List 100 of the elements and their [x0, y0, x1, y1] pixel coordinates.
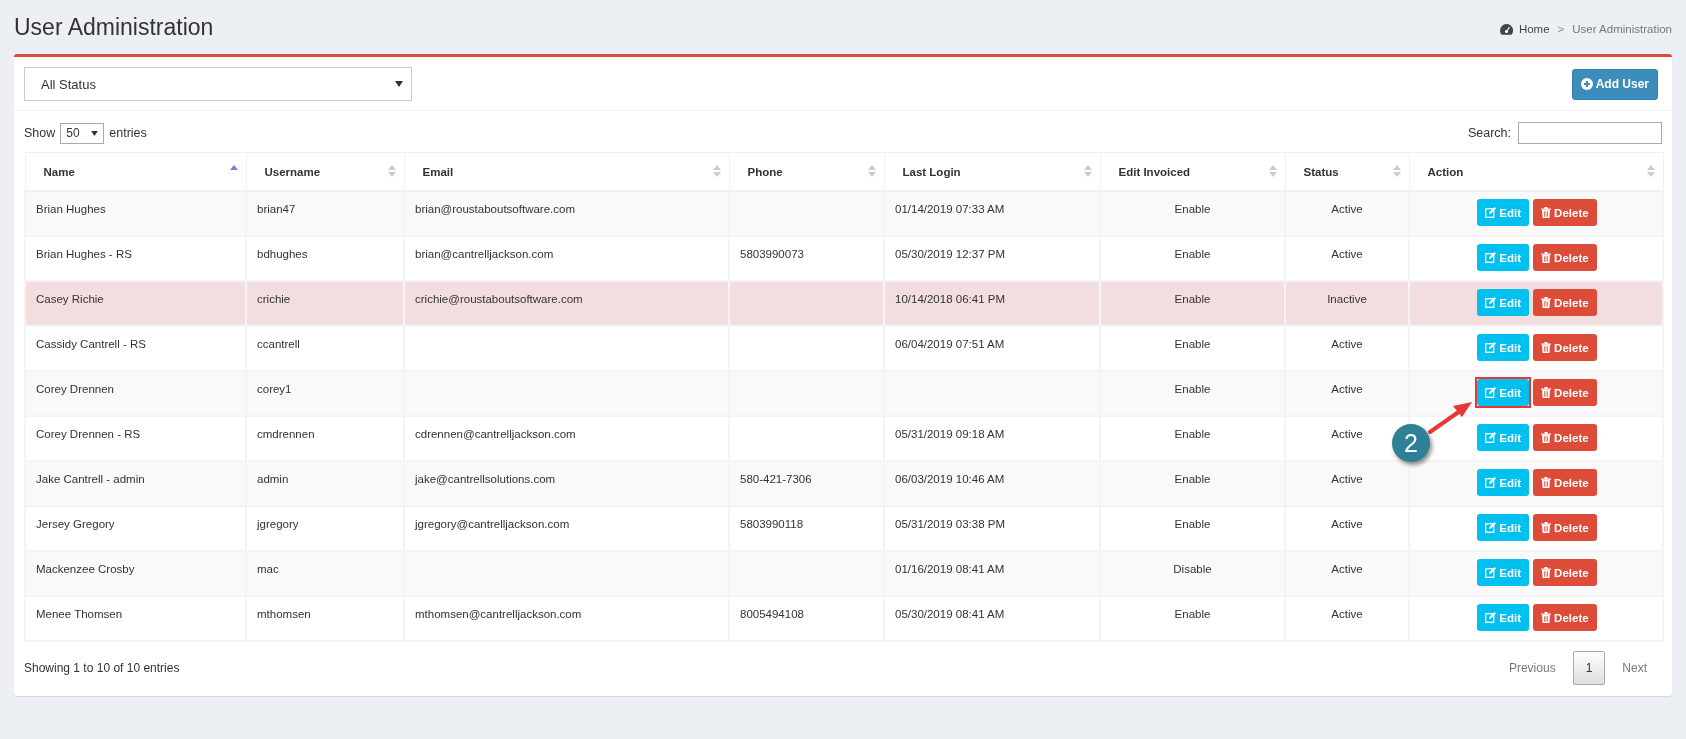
edit-button[interactable]: Edit — [1477, 559, 1530, 586]
callout-arrow — [1428, 402, 1472, 434]
edit-button[interactable]: Edit — [1477, 469, 1530, 496]
table-cell: 580-421-7306 — [740, 473, 812, 485]
show-label: Show — [24, 126, 56, 140]
table-cell: 5803990118 — [740, 518, 804, 530]
table-cell: Corey Drennen — [36, 383, 114, 395]
table-cell: Corey Drennen - RS — [36, 428, 141, 440]
trash-icon — [1541, 387, 1552, 398]
table-cell: Active — [1331, 608, 1363, 620]
pagination-link[interactable]: Previous — [1493, 651, 1571, 685]
table-cell: Active — [1331, 338, 1363, 350]
edit-button[interactable]: Edit — [1477, 514, 1530, 541]
table-cell: Enable — [1174, 608, 1211, 620]
table-cell: Enable — [1174, 383, 1211, 395]
table-cell: cdrennen@cantrelljackson.com — [415, 428, 576, 440]
delete-button[interactable]: Delete — [1533, 199, 1597, 226]
trash-icon — [1541, 207, 1552, 218]
table-info: Showing 1 to 10 of 10 entries — [24, 661, 180, 675]
delete-button[interactable]: Delete — [1533, 514, 1597, 541]
page-button[interactable]: 1 — [1572, 651, 1606, 685]
table-cell: Brian Hughes - RS — [36, 248, 132, 260]
edit-button[interactable]: Edit — [1477, 199, 1530, 226]
table-cell: Inactive — [1327, 293, 1367, 305]
edit-button[interactable]: Edit — [1477, 289, 1530, 316]
table-cell: crichie@roustaboutsoftware.com — [415, 293, 583, 305]
trash-icon — [1541, 252, 1552, 263]
search-label: Search: — [1467, 126, 1511, 140]
table-cell: jgregory@cantrelljackson.com — [415, 518, 570, 530]
table-cell: Enable — [1174, 338, 1211, 350]
edit-button[interactable]: Edit — [1477, 334, 1530, 361]
pagination-link[interactable]: Next — [1607, 651, 1662, 685]
entries-label: entries — [109, 126, 147, 140]
search-field[interactable] — [1518, 122, 1662, 144]
table-cell: brian@cantrelljackson.com — [415, 248, 554, 260]
table-cell: 10/14/2018 06:41 PM — [895, 293, 1005, 305]
pencil-icon — [1485, 207, 1497, 218]
pencil-icon — [1485, 252, 1497, 263]
table-cell: Disable — [1173, 563, 1212, 575]
dashboard-icon — [1499, 23, 1513, 35]
table-cell: jgregory — [257, 518, 299, 530]
table-cell: cmdrennen — [257, 428, 315, 440]
trash-icon — [1541, 297, 1552, 308]
status-select[interactable]: All Status — [24, 67, 412, 101]
pencil-icon — [1485, 432, 1497, 443]
edit-button[interactable]: Edit — [1477, 424, 1530, 451]
delete-button[interactable]: Delete — [1533, 469, 1597, 496]
table-cell: Enable — [1174, 248, 1211, 260]
edit-button[interactable]: Edit — [1477, 379, 1530, 406]
delete-button[interactable]: Delete — [1533, 244, 1597, 271]
table-cell: Casey Richie — [36, 293, 104, 305]
table-cell: Active — [1331, 248, 1363, 260]
breadcrumb-separator: > — [1557, 23, 1565, 35]
table-cell: mthomsen@cantrelljackson.com — [415, 608, 582, 620]
table-cell: ccantrell — [257, 338, 300, 350]
trash-icon — [1541, 477, 1552, 488]
pencil-icon — [1485, 342, 1497, 353]
table-cell: 01/14/2019 07:33 AM — [895, 203, 1005, 215]
breadcrumb-link[interactable]: Home — [1518, 23, 1550, 35]
table-cell: 05/30/2019 12:37 PM — [895, 248, 1005, 260]
trash-icon — [1541, 567, 1552, 578]
table-cell: Enable — [1174, 293, 1211, 305]
pencil-icon — [1485, 297, 1497, 308]
caret-icon — [91, 130, 99, 136]
table-cell: Active — [1331, 563, 1363, 575]
table-cell: Enable — [1174, 428, 1211, 440]
table-cell: Jersey Gregory — [36, 518, 115, 530]
trash-icon — [1541, 432, 1552, 443]
table-cell: 05/31/2019 09:18 AM — [895, 428, 1005, 440]
delete-button[interactable]: Delete — [1533, 334, 1597, 361]
table-cell: Jake Cantrell - admin — [36, 473, 145, 485]
delete-button[interactable]: Delete — [1533, 604, 1597, 631]
table-cell: Cassidy Cantrell - RS — [36, 338, 146, 350]
table-cell: admin — [257, 473, 289, 485]
table-cell: mthomsen — [257, 608, 311, 620]
page-title: User Administration — [14, 13, 214, 41]
table-cell: Active — [1331, 383, 1363, 395]
table-cell: 8005494108 — [740, 608, 804, 620]
trash-icon — [1541, 612, 1552, 623]
table-cell: 05/30/2019 08:41 AM — [895, 608, 1005, 620]
edit-button[interactable]: Edit — [1477, 244, 1530, 271]
delete-button[interactable]: Delete — [1533, 379, 1597, 406]
table-cell: Active — [1331, 473, 1363, 485]
pencil-icon — [1485, 522, 1497, 533]
table-cell: Enable — [1174, 473, 1211, 485]
table-cell: 06/04/2019 07:51 AM — [895, 338, 1005, 350]
add-user-button[interactable]: Add User — [1571, 68, 1658, 100]
breadcrumb-link[interactable]: User Administration — [1572, 23, 1672, 35]
plus-circle-icon — [1580, 78, 1593, 90]
delete-button[interactable]: Delete — [1533, 559, 1597, 586]
table-cell: 06/03/2019 10:46 AM — [895, 473, 1005, 485]
table-cell: mac — [257, 563, 279, 575]
trash-icon — [1541, 342, 1552, 353]
table-cell: Brian Hughes — [36, 203, 106, 215]
delete-button[interactable]: Delete — [1533, 424, 1597, 451]
table-cell: Active — [1331, 518, 1363, 530]
table-cell: corey1 — [257, 383, 292, 395]
table-cell: Menee Thomsen — [36, 608, 123, 620]
entries-select[interactable]: 50 — [60, 122, 105, 144]
edit-button[interactable]: Edit — [1477, 604, 1530, 631]
